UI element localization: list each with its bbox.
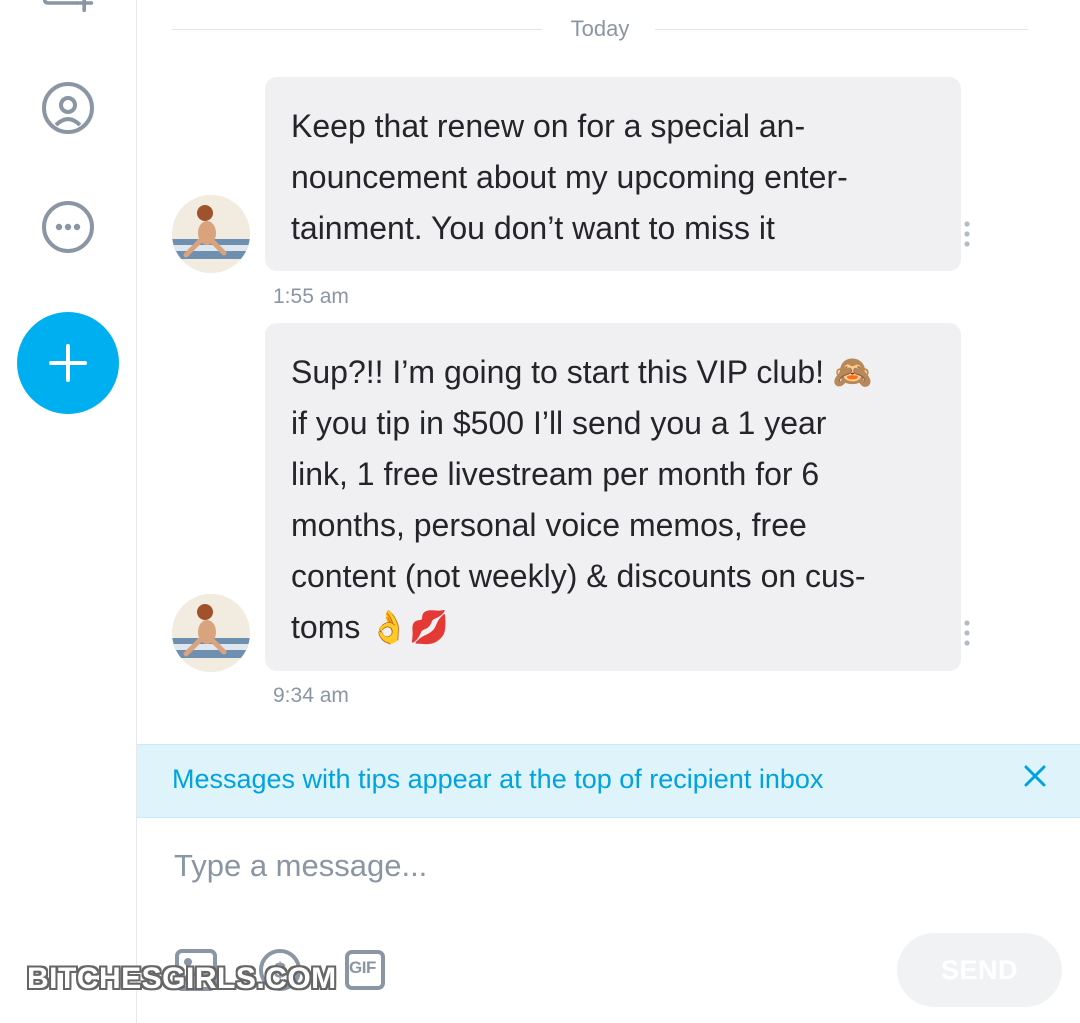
message-options-icon[interactable] xyxy=(958,219,976,249)
left-navigation-rail xyxy=(0,0,137,1023)
close-icon[interactable] xyxy=(1020,761,1050,791)
date-divider: Today xyxy=(172,14,1028,44)
message-input[interactable] xyxy=(172,838,1026,894)
more-icon-graphic xyxy=(42,201,94,253)
sender-avatar[interactable] xyxy=(172,594,250,672)
profile-icon[interactable] xyxy=(41,81,95,135)
send-button[interactable]: SEND xyxy=(897,933,1062,1007)
divider-line-right xyxy=(655,29,1028,30)
message-time: 1:55 am xyxy=(273,285,349,308)
new-list-icon-graphic xyxy=(42,0,94,12)
new-list-icon[interactable] xyxy=(41,0,95,30)
more-icon[interactable] xyxy=(41,200,95,254)
add-icon xyxy=(49,344,87,382)
sender-avatar[interactable] xyxy=(172,195,250,273)
message-time: 9:34 am xyxy=(273,684,349,707)
watermark: BITCHESGIRLS.COM xyxy=(27,962,337,995)
profile-icon-graphic xyxy=(42,82,94,134)
banner-text: Messages with tips appear at the top of … xyxy=(172,764,824,794)
avatar-image xyxy=(172,195,250,273)
message-options-icon[interactable] xyxy=(958,618,976,648)
add-button[interactable] xyxy=(17,312,119,414)
message-bubble[interactable]: Sup?!! I’m going to start this VIP club!… xyxy=(265,323,961,671)
avatar-image xyxy=(172,594,250,672)
message-text: Keep that renew on for a special an- nou… xyxy=(291,108,848,246)
tips-info-banner: Messages with tips appear at the top of … xyxy=(137,744,1080,818)
gif-label: GIF xyxy=(349,958,376,977)
message-bubble[interactable]: Keep that renew on for a special an- nou… xyxy=(265,77,961,271)
gif-icon[interactable]: GIF xyxy=(344,948,388,992)
message-text: Sup?!! I’m going to start this VIP club!… xyxy=(291,354,873,645)
